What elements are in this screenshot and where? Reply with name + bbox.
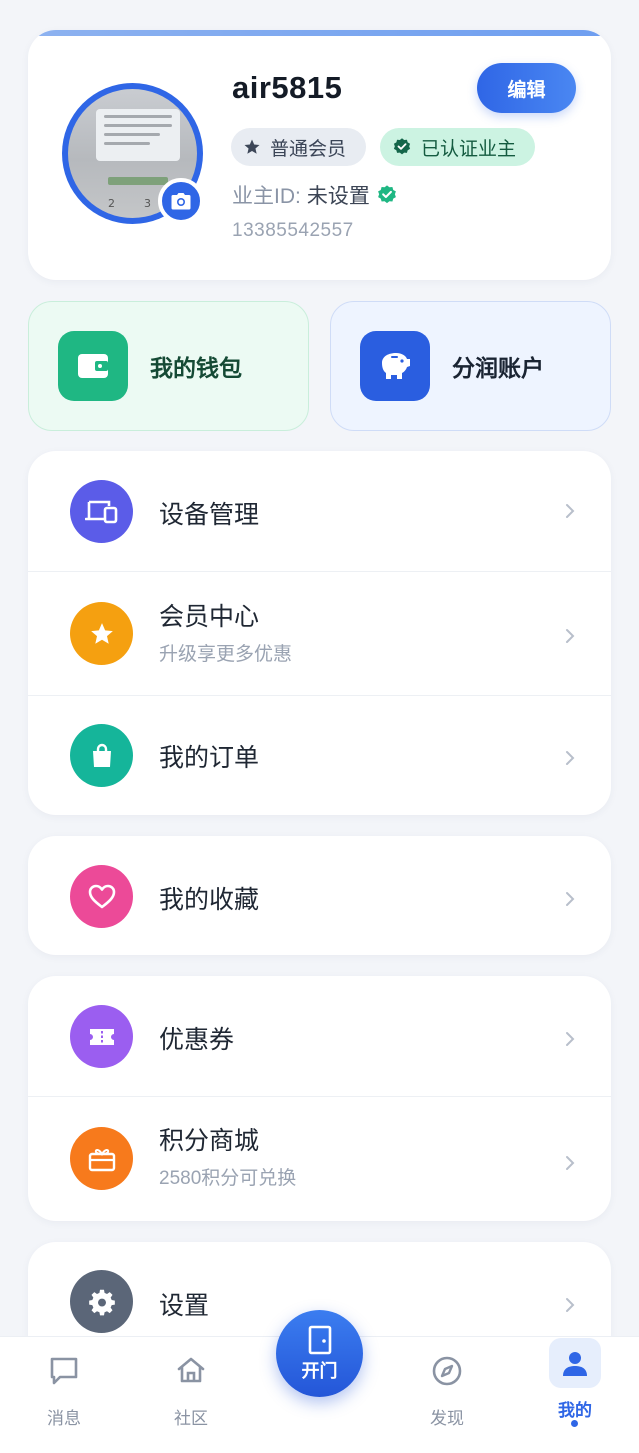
- heart-icon: [70, 865, 133, 928]
- profile-card: 2 3 air5815 编辑 普通会员 已认证业主 业主ID: 未设置 1338…: [28, 30, 611, 280]
- chevron-right-icon: [565, 499, 575, 525]
- chevron-right-icon: [565, 1151, 575, 1177]
- menu-row-favorites[interactable]: 我的收藏: [28, 836, 611, 955]
- verified-check-icon: [393, 138, 411, 155]
- share-account-tile[interactable]: 分润账户: [330, 301, 611, 431]
- compass-icon: [432, 1356, 462, 1386]
- chevron-right-icon: [565, 1293, 575, 1319]
- devices-icon: [70, 480, 133, 543]
- chevron-right-icon: [565, 887, 575, 913]
- owner-id-value: 未设置: [306, 185, 370, 208]
- piggy-bank-icon: [360, 331, 430, 401]
- menu-title-member-center: 会员中心: [159, 603, 260, 631]
- door-icon: [308, 1325, 331, 1354]
- profile-accent-bar: [28, 30, 611, 36]
- member-badge-label: 普通会员: [270, 138, 347, 160]
- nav-messages[interactable]: 消息: [14, 1337, 114, 1437]
- phone-number: 13385542557: [232, 220, 354, 241]
- gear-icon: [70, 1270, 133, 1333]
- menu-card-rewards: 优惠券 积分商城 2580积分可兑换: [28, 976, 611, 1221]
- nav-community[interactable]: 社区: [141, 1337, 241, 1437]
- chevron-right-icon: [565, 746, 575, 772]
- camera-icon[interactable]: [158, 178, 204, 224]
- menu-row-coupons[interactable]: 优惠券: [28, 976, 611, 1096]
- star-icon: [244, 139, 260, 154]
- menu-card-main: 设备管理 会员中心 升级享更多优惠 我的订单: [28, 451, 611, 815]
- nav-label-discover: 发现: [430, 1409, 464, 1428]
- menu-row-orders[interactable]: 我的订单: [28, 696, 611, 815]
- active-indicator-dot: [571, 1420, 578, 1427]
- shopping-bag-icon: [70, 724, 133, 787]
- edit-button[interactable]: 编辑: [477, 63, 576, 113]
- menu-card-favorites: 我的收藏: [28, 836, 611, 955]
- menu-subtitle-points-mall: 2580积分可兑换: [159, 1168, 297, 1189]
- owner-id-label: 业主ID:: [232, 185, 301, 208]
- wallet-label: 我的钱包: [150, 355, 242, 381]
- menu-title-orders: 我的订单: [159, 744, 260, 772]
- open-door-button[interactable]: 开门: [276, 1310, 363, 1397]
- share-account-label: 分润账户: [452, 355, 544, 381]
- verified-badge-label: 已认证业主: [421, 138, 517, 160]
- chevron-right-icon: [565, 624, 575, 650]
- wallet-icon: [58, 331, 128, 401]
- chevron-right-icon: [565, 1027, 575, 1053]
- menu-title-points-mall: 积分商城: [159, 1127, 260, 1155]
- nav-label-mine: 我的: [558, 1401, 592, 1420]
- nav-discover[interactable]: 发现: [397, 1337, 497, 1437]
- verified-badge: 已认证业主: [380, 128, 535, 166]
- user-icon: [563, 1352, 587, 1376]
- menu-subtitle-member-center: 升级享更多优惠: [159, 644, 293, 665]
- menu-row-points-mall[interactable]: 积分商城 2580积分可兑换: [28, 1097, 611, 1221]
- nav-label-messages: 消息: [47, 1409, 81, 1428]
- open-door-label: 开门: [301, 1360, 338, 1381]
- menu-title-coupons: 优惠券: [159, 1026, 235, 1054]
- home-icon: [177, 1357, 205, 1383]
- menu-title-settings: 设置: [159, 1292, 210, 1320]
- nav-label-community: 社区: [174, 1409, 208, 1428]
- owner-id: 业主ID: 未设置: [232, 180, 398, 210]
- star-icon: [70, 602, 133, 665]
- member-badge: 普通会员: [231, 128, 366, 166]
- menu-title-favorites: 我的收藏: [159, 886, 260, 914]
- menu-row-device[interactable]: 设备管理: [28, 451, 611, 571]
- gift-card-icon: [70, 1127, 133, 1190]
- ticket-icon: [70, 1005, 133, 1068]
- menu-row-member-center[interactable]: 会员中心 升级享更多优惠: [28, 572, 611, 695]
- username: air5815: [232, 70, 343, 105]
- wallet-tile[interactable]: 我的钱包: [28, 301, 309, 431]
- verified-check-icon: [377, 185, 396, 204]
- menu-title-device: 设备管理: [159, 501, 260, 529]
- message-icon: [50, 1357, 78, 1385]
